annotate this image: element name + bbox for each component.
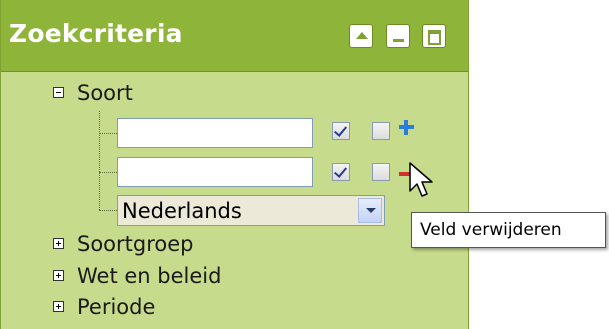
collapse-up-icon[interactable] (349, 24, 373, 48)
expand-toggle-icon[interactable] (53, 270, 64, 281)
soort-checkbox-1b[interactable] (372, 122, 390, 140)
language-select-value: Nederlands (122, 199, 242, 223)
mouse-pointer-icon (409, 162, 433, 197)
add-icon[interactable] (399, 120, 414, 135)
tree-node-label: Soortgroep (77, 232, 194, 256)
soort-input-1[interactable] (117, 118, 313, 148)
panel-title: Zoekcriteria (9, 19, 183, 48)
chevron-down-icon[interactable] (358, 198, 382, 223)
panel-header: Zoekcriteria (1, 0, 468, 72)
tree-connector (99, 172, 117, 173)
tree-node-label: Soort (77, 81, 133, 105)
soort-checkbox-2b[interactable] (372, 163, 390, 181)
tree-connector (99, 210, 117, 211)
expand-toggle-icon[interactable] (53, 301, 64, 312)
search-criteria-panel: Zoekcriteria Soort Nederlands Soortgroep… (0, 0, 469, 329)
soort-input-2[interactable] (117, 157, 313, 187)
tooltip: Veld verwijderen (411, 212, 606, 248)
maximize-icon[interactable] (422, 24, 446, 48)
language-select[interactable]: Nederlands (117, 195, 385, 226)
tree-node-label: Wet en beleid (77, 264, 222, 288)
tree-node-label: Periode (77, 295, 156, 319)
collapse-toggle-icon[interactable] (53, 87, 64, 98)
expand-toggle-icon[interactable] (53, 238, 64, 249)
minimize-icon[interactable] (386, 24, 410, 48)
soort-checkbox-1a[interactable] (332, 122, 350, 140)
soort-checkbox-2a[interactable] (332, 163, 350, 181)
tree-connector (99, 133, 117, 134)
tree-connector (99, 111, 100, 210)
